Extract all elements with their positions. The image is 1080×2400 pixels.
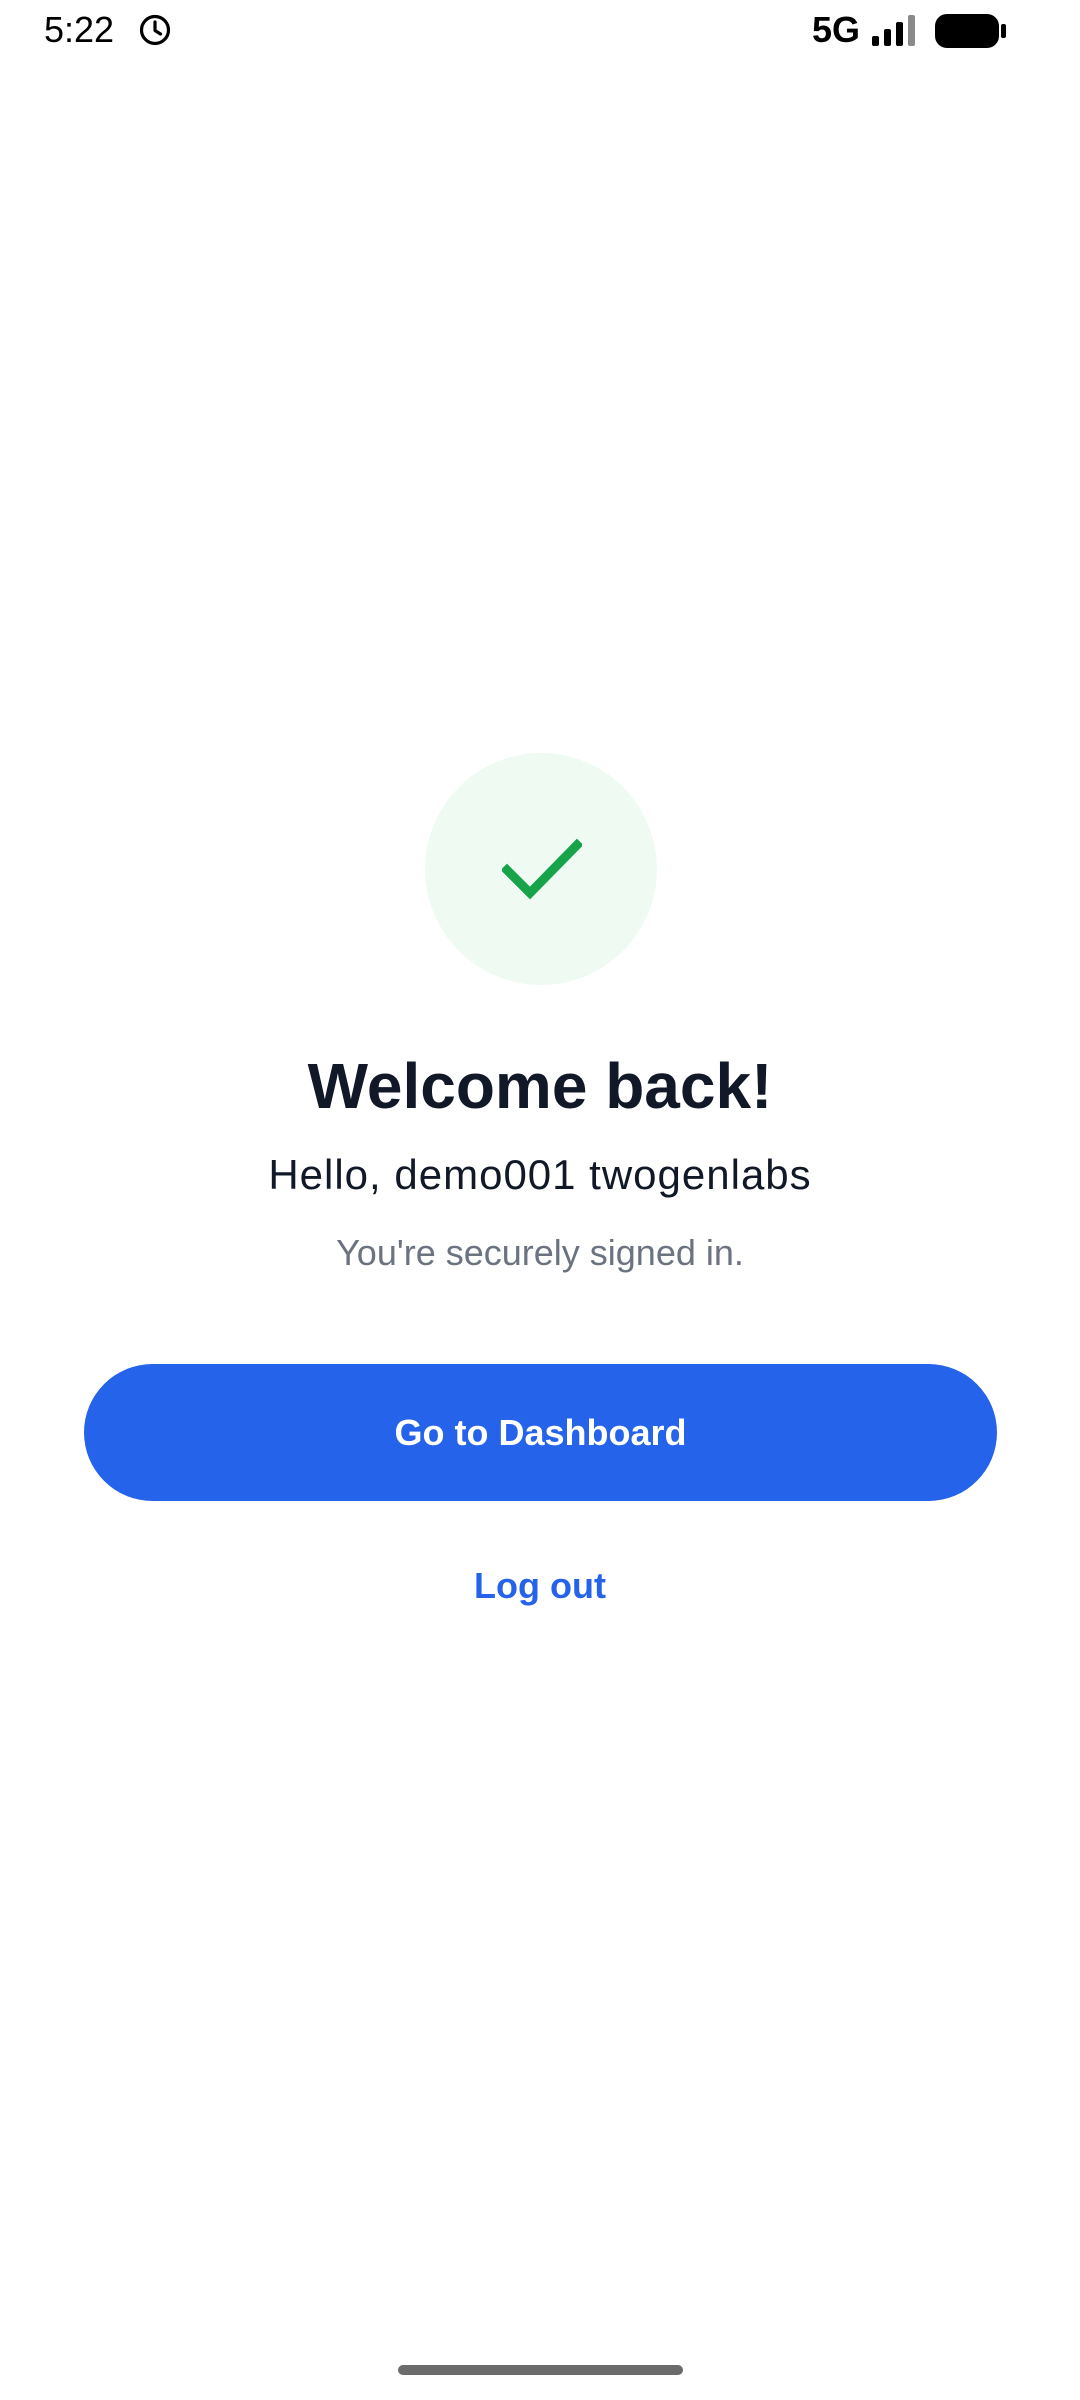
go-to-dashboard-button[interactable]: Go to Dashboard	[84, 1364, 997, 1501]
status-bar: 5:22 5G	[0, 0, 1080, 64]
alarm-icon	[139, 14, 171, 46]
welcome-title: Welcome back!	[307, 1050, 773, 1122]
logout-link[interactable]: Log out	[390, 1556, 690, 1616]
check-icon	[502, 838, 582, 900]
signal-icon	[872, 15, 915, 46]
status-time: 5:22	[44, 9, 115, 50]
home-indicator[interactable]	[398, 2365, 683, 2375]
battery-icon	[935, 14, 1006, 48]
go-to-dashboard-label: Go to Dashboard	[394, 1411, 687, 1453]
signed-in-note: You're securely signed in.	[336, 1232, 744, 1273]
network-type-label: 5G	[812, 9, 861, 50]
user-greeting: Hello, demo001 twogenlabs	[268, 1151, 812, 1198]
